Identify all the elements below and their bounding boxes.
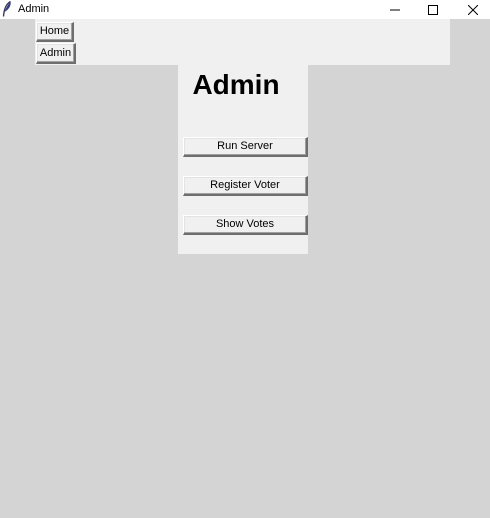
close-icon [468, 4, 478, 15]
page-title: Admin [192, 69, 280, 100]
window-titlebar: Admin [0, 0, 490, 19]
show-votes-button[interactable]: Show Votes [183, 215, 308, 235]
feather-icon [2, 0, 12, 17]
minimize-button[interactable] [376, 0, 414, 19]
admin-nav-button[interactable]: Admin [36, 43, 76, 64]
close-button[interactable] [454, 0, 490, 19]
maximize-button[interactable] [414, 0, 452, 19]
window-title: Admin [18, 3, 50, 15]
home-button[interactable]: Home [36, 22, 74, 42]
minimize-icon [390, 5, 400, 15]
maximize-icon [428, 4, 438, 15]
register-voter-button[interactable]: Register Voter [183, 176, 308, 196]
navigation-panel: Home Admin [35, 19, 450, 65]
run-server-button[interactable]: Run Server [183, 137, 308, 157]
admin-panel: Admin Run Server Register Voter Show Vot… [178, 65, 308, 254]
